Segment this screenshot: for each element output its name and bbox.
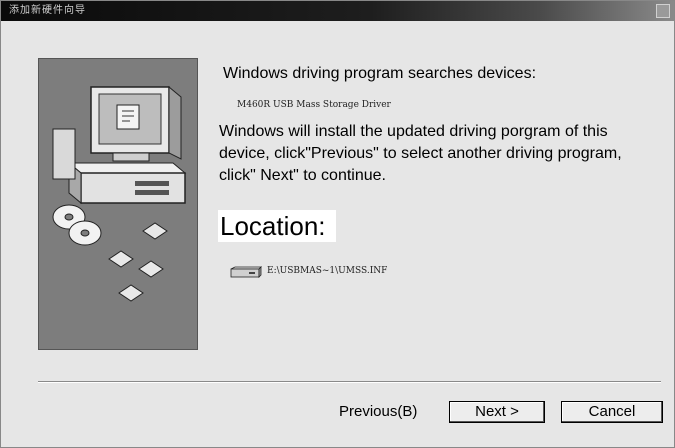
cancel-button[interactable]: Cancel: [561, 401, 663, 423]
wizard-illustration: [38, 58, 198, 350]
wizard-window: 添加新硬件向导 Windows driving program searches…: [0, 0, 675, 448]
previous-button[interactable]: Previous(B): [339, 401, 449, 423]
close-icon[interactable]: [656, 4, 670, 18]
driver-file-path: E:\USBMAS~1\UMSS.INF: [267, 266, 388, 276]
next-button[interactable]: Next >: [449, 401, 545, 423]
page-heading: Windows driving program searches devices…: [223, 65, 537, 82]
instruction-text: Windows will install the updated driving…: [219, 123, 622, 184]
title-bar: 添加新硬件向导: [1, 1, 674, 21]
drive-icon: [230, 266, 262, 278]
button-separator: [38, 381, 661, 383]
driver-name: M460R USB Mass Storage Driver: [237, 100, 391, 110]
location-label: Location:: [218, 210, 336, 242]
driver-file-row: E:\USBMAS~1\UMSS.INF: [229, 263, 387, 279]
window-title: 添加新硬件向导: [9, 5, 86, 16]
computer-with-discs-icon: [52, 85, 187, 302]
